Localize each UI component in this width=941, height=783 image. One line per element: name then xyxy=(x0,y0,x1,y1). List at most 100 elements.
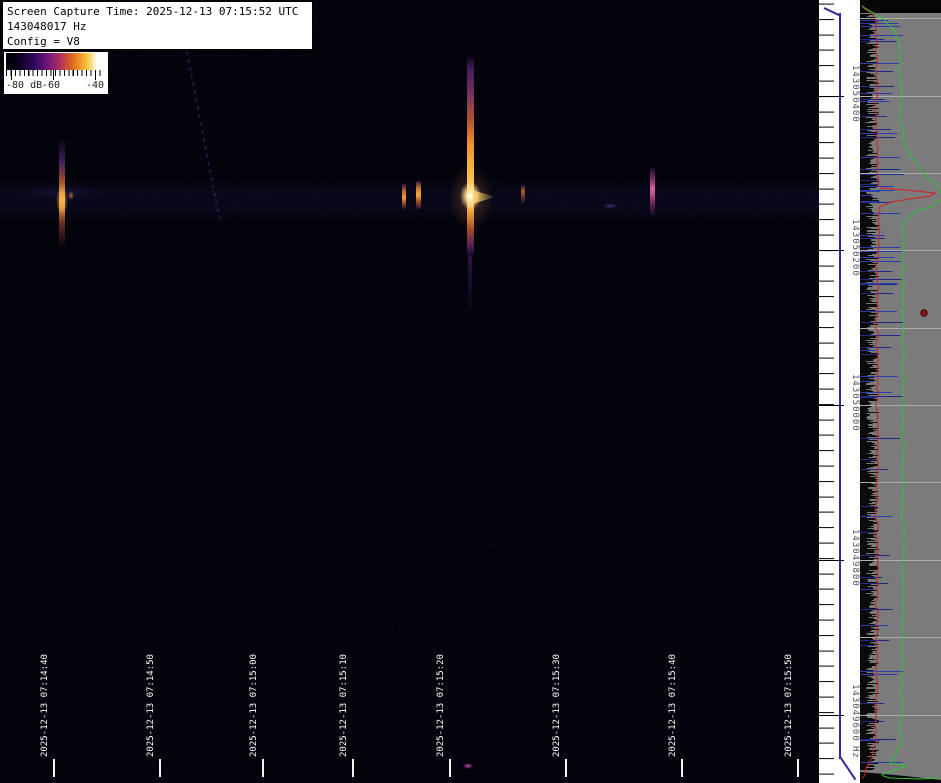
spectrum-bar xyxy=(860,422,877,423)
spectrum-bar xyxy=(860,578,875,579)
spectrum-bar xyxy=(860,253,876,254)
spectrum-bar xyxy=(860,577,882,578)
spectrum-bar xyxy=(860,102,868,103)
spectrum-bar xyxy=(860,133,897,134)
spectrum-bar xyxy=(860,706,872,707)
spectrum-bar xyxy=(860,221,877,222)
spectrum-bar xyxy=(860,731,873,732)
spectrum-bar xyxy=(860,473,869,474)
colorbar-major-tick xyxy=(95,70,96,80)
spectrum-bar xyxy=(860,649,871,650)
spectrum-bar xyxy=(860,384,866,385)
spectrum-bar xyxy=(860,502,872,503)
spectrum-bar xyxy=(860,586,868,587)
spectrum-bar xyxy=(860,735,876,736)
spectrum-bar xyxy=(860,471,867,472)
spectrum-bar xyxy=(860,95,873,96)
spectrum-bar xyxy=(860,436,879,437)
spectrum-bar xyxy=(860,756,867,757)
spectrum-bar xyxy=(860,356,878,357)
spectrum-bar xyxy=(860,662,870,663)
spectrum-bar xyxy=(860,527,874,528)
spectrum-bar xyxy=(860,425,869,426)
spectrum-bar xyxy=(860,69,869,70)
spectrum-bar xyxy=(860,608,878,609)
spectrum-bar xyxy=(860,76,876,77)
spectrum-bar xyxy=(860,448,874,449)
spectrum-bar xyxy=(860,430,876,431)
spectrum-bar xyxy=(860,278,869,279)
spectrum-bar xyxy=(860,66,867,67)
spectrum-bar xyxy=(860,366,873,367)
spectrum-bar xyxy=(860,559,874,560)
spectrum-bar xyxy=(860,141,871,142)
spectrum-bar xyxy=(860,443,875,444)
spectrum-bar xyxy=(860,97,873,98)
spectrum-bar xyxy=(860,330,869,331)
spectrum-bar xyxy=(860,248,873,249)
spectrum-bar xyxy=(860,526,871,527)
spectrum-bar xyxy=(860,439,869,440)
spectrum-bar xyxy=(860,247,900,248)
spectrum-bar xyxy=(860,116,887,117)
spectrum-bar xyxy=(860,626,878,627)
spectrum-panel[interactable] xyxy=(860,0,941,783)
spectrogram-canvas[interactable]: 2025-12-13 07:14:402025-12-13 07:14:5020… xyxy=(0,0,819,783)
spectrum-bar xyxy=(860,307,868,308)
spectrum-bar xyxy=(860,288,867,289)
spectrum-bar xyxy=(860,738,870,739)
spectrum-bar xyxy=(860,537,877,538)
spectrum-bar xyxy=(860,213,900,214)
spectrum-bar xyxy=(860,290,878,291)
spectrum-bar xyxy=(860,90,875,91)
spectrum-bar xyxy=(860,145,872,146)
time-tick xyxy=(53,759,55,777)
spectrum-bar xyxy=(860,515,870,516)
spectrum-bar xyxy=(860,242,872,243)
spectrum-bar xyxy=(860,645,875,646)
spectrum-bar xyxy=(860,581,868,582)
spectrum-bar xyxy=(860,194,871,195)
spectrum-bar xyxy=(860,402,870,403)
spectrum-bar xyxy=(860,211,872,212)
spectrum-bar xyxy=(860,317,875,318)
spectrum-bar xyxy=(860,763,878,764)
spectrum-bar xyxy=(860,217,872,218)
spectrum-bar xyxy=(860,367,870,368)
spectrum-bar xyxy=(860,264,868,265)
spectrum-bar xyxy=(860,306,878,307)
spectrum-bar xyxy=(860,329,868,330)
spectrum-bar xyxy=(860,352,871,353)
spectrum-bar xyxy=(860,240,871,241)
spectrum-bar xyxy=(860,433,868,434)
frequency-label: 143049800 xyxy=(846,529,860,591)
spectrum-bar xyxy=(860,426,873,427)
spectrum-bar xyxy=(860,210,871,211)
colorbar: -80 dB -60 -40 xyxy=(4,52,108,94)
spectrum-bar xyxy=(860,105,875,106)
spectrum-bar xyxy=(860,75,874,76)
time-label: 2025-12-13 07:15:30 xyxy=(551,653,565,757)
spectrum-bar xyxy=(860,156,877,157)
spectrum-bar xyxy=(860,162,870,163)
spectrum-bar xyxy=(860,685,873,686)
spectrum-bar xyxy=(860,549,879,550)
spectrum-bar xyxy=(860,654,875,655)
spectrum-bar xyxy=(860,591,871,592)
spectrum-bar xyxy=(860,573,867,574)
spectrum-bar xyxy=(860,109,867,110)
spectrum-bar xyxy=(860,613,870,614)
spectrum-bar xyxy=(860,222,872,223)
spectrum-bar xyxy=(860,53,877,54)
spectrum-bar xyxy=(860,175,876,176)
spectrum-bar xyxy=(860,679,874,680)
spectrum-bar xyxy=(860,265,876,266)
spectrum-bar xyxy=(860,207,873,208)
spectrum-plot xyxy=(860,0,941,783)
spectrum-bar xyxy=(860,220,872,221)
spectrum-bar xyxy=(860,165,872,166)
spectrum-bar xyxy=(860,155,866,156)
spectrum-bar xyxy=(860,652,873,653)
spectrum-bar xyxy=(860,344,869,345)
spectrum-bar xyxy=(860,378,869,379)
